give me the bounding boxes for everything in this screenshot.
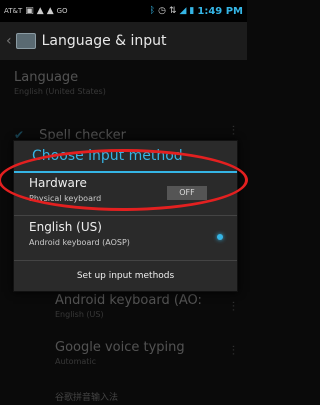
- divider: [14, 215, 237, 216]
- settings-sliders-icon[interactable]: ⫶: [232, 124, 235, 139]
- pinyin-label: 谷歌拼音输入法: [55, 393, 119, 403]
- list-item-android-keyboard[interactable]: Android keyboard (AO: English (US): [55, 293, 255, 319]
- settings-app-icon[interactable]: [15, 33, 36, 49]
- signal-icon: ◢: [179, 5, 187, 16]
- android-keyboard-sub: English (US): [55, 310, 104, 319]
- bluetooth-icon: ᛒ: [149, 5, 156, 16]
- warning-icon: ▲: [46, 5, 54, 16]
- english-label: English (US): [29, 220, 102, 234]
- go-icon: GO: [56, 6, 68, 15]
- action-bar: ‹ Language & input: [0, 22, 247, 60]
- carrier-label: AT&T: [4, 7, 23, 15]
- radio-selected-icon[interactable]: [217, 234, 223, 240]
- list-item-google-voice[interactable]: Google voice typing Automatic: [55, 340, 255, 366]
- language-value: English (United States): [14, 87, 106, 96]
- warning-icon: ▲: [36, 5, 44, 16]
- list-item-language[interactable]: Language English (United States): [14, 70, 214, 96]
- settings-sliders-icon[interactable]: ⫶: [232, 344, 235, 359]
- image-icon: ▣: [25, 5, 34, 16]
- status-time: 1:49 PM: [197, 5, 243, 17]
- setup-input-methods-button[interactable]: Set up input methods: [14, 261, 237, 291]
- language-title: Language: [14, 70, 79, 85]
- english-sub: Android keyboard (AOSP): [29, 238, 130, 247]
- list-item-pinyin[interactable]: 谷歌拼音输入法: [55, 388, 255, 403]
- google-voice-sub: Automatic: [55, 357, 97, 366]
- english-row[interactable]: English (US) Android keyboard (AOSP): [14, 217, 237, 257]
- google-voice-label: Google voice typing: [55, 340, 185, 355]
- battery-icon: ▮: [189, 5, 195, 16]
- android-keyboard-label: Android keyboard (AO:: [55, 293, 202, 308]
- alarm-icon: ◷: [158, 5, 166, 16]
- annotation-ellipse: [0, 149, 248, 211]
- status-bar: AT&T ▣ ▲ ▲ GO ᛒ ◷ ⇅ ◢ ▮ 1:49 PM: [0, 0, 247, 22]
- back-icon[interactable]: ‹: [6, 33, 12, 49]
- settings-sliders-icon[interactable]: ⫶: [232, 300, 235, 315]
- network-icon: ⇅: [168, 5, 177, 16]
- page-title: Language & input: [41, 33, 167, 49]
